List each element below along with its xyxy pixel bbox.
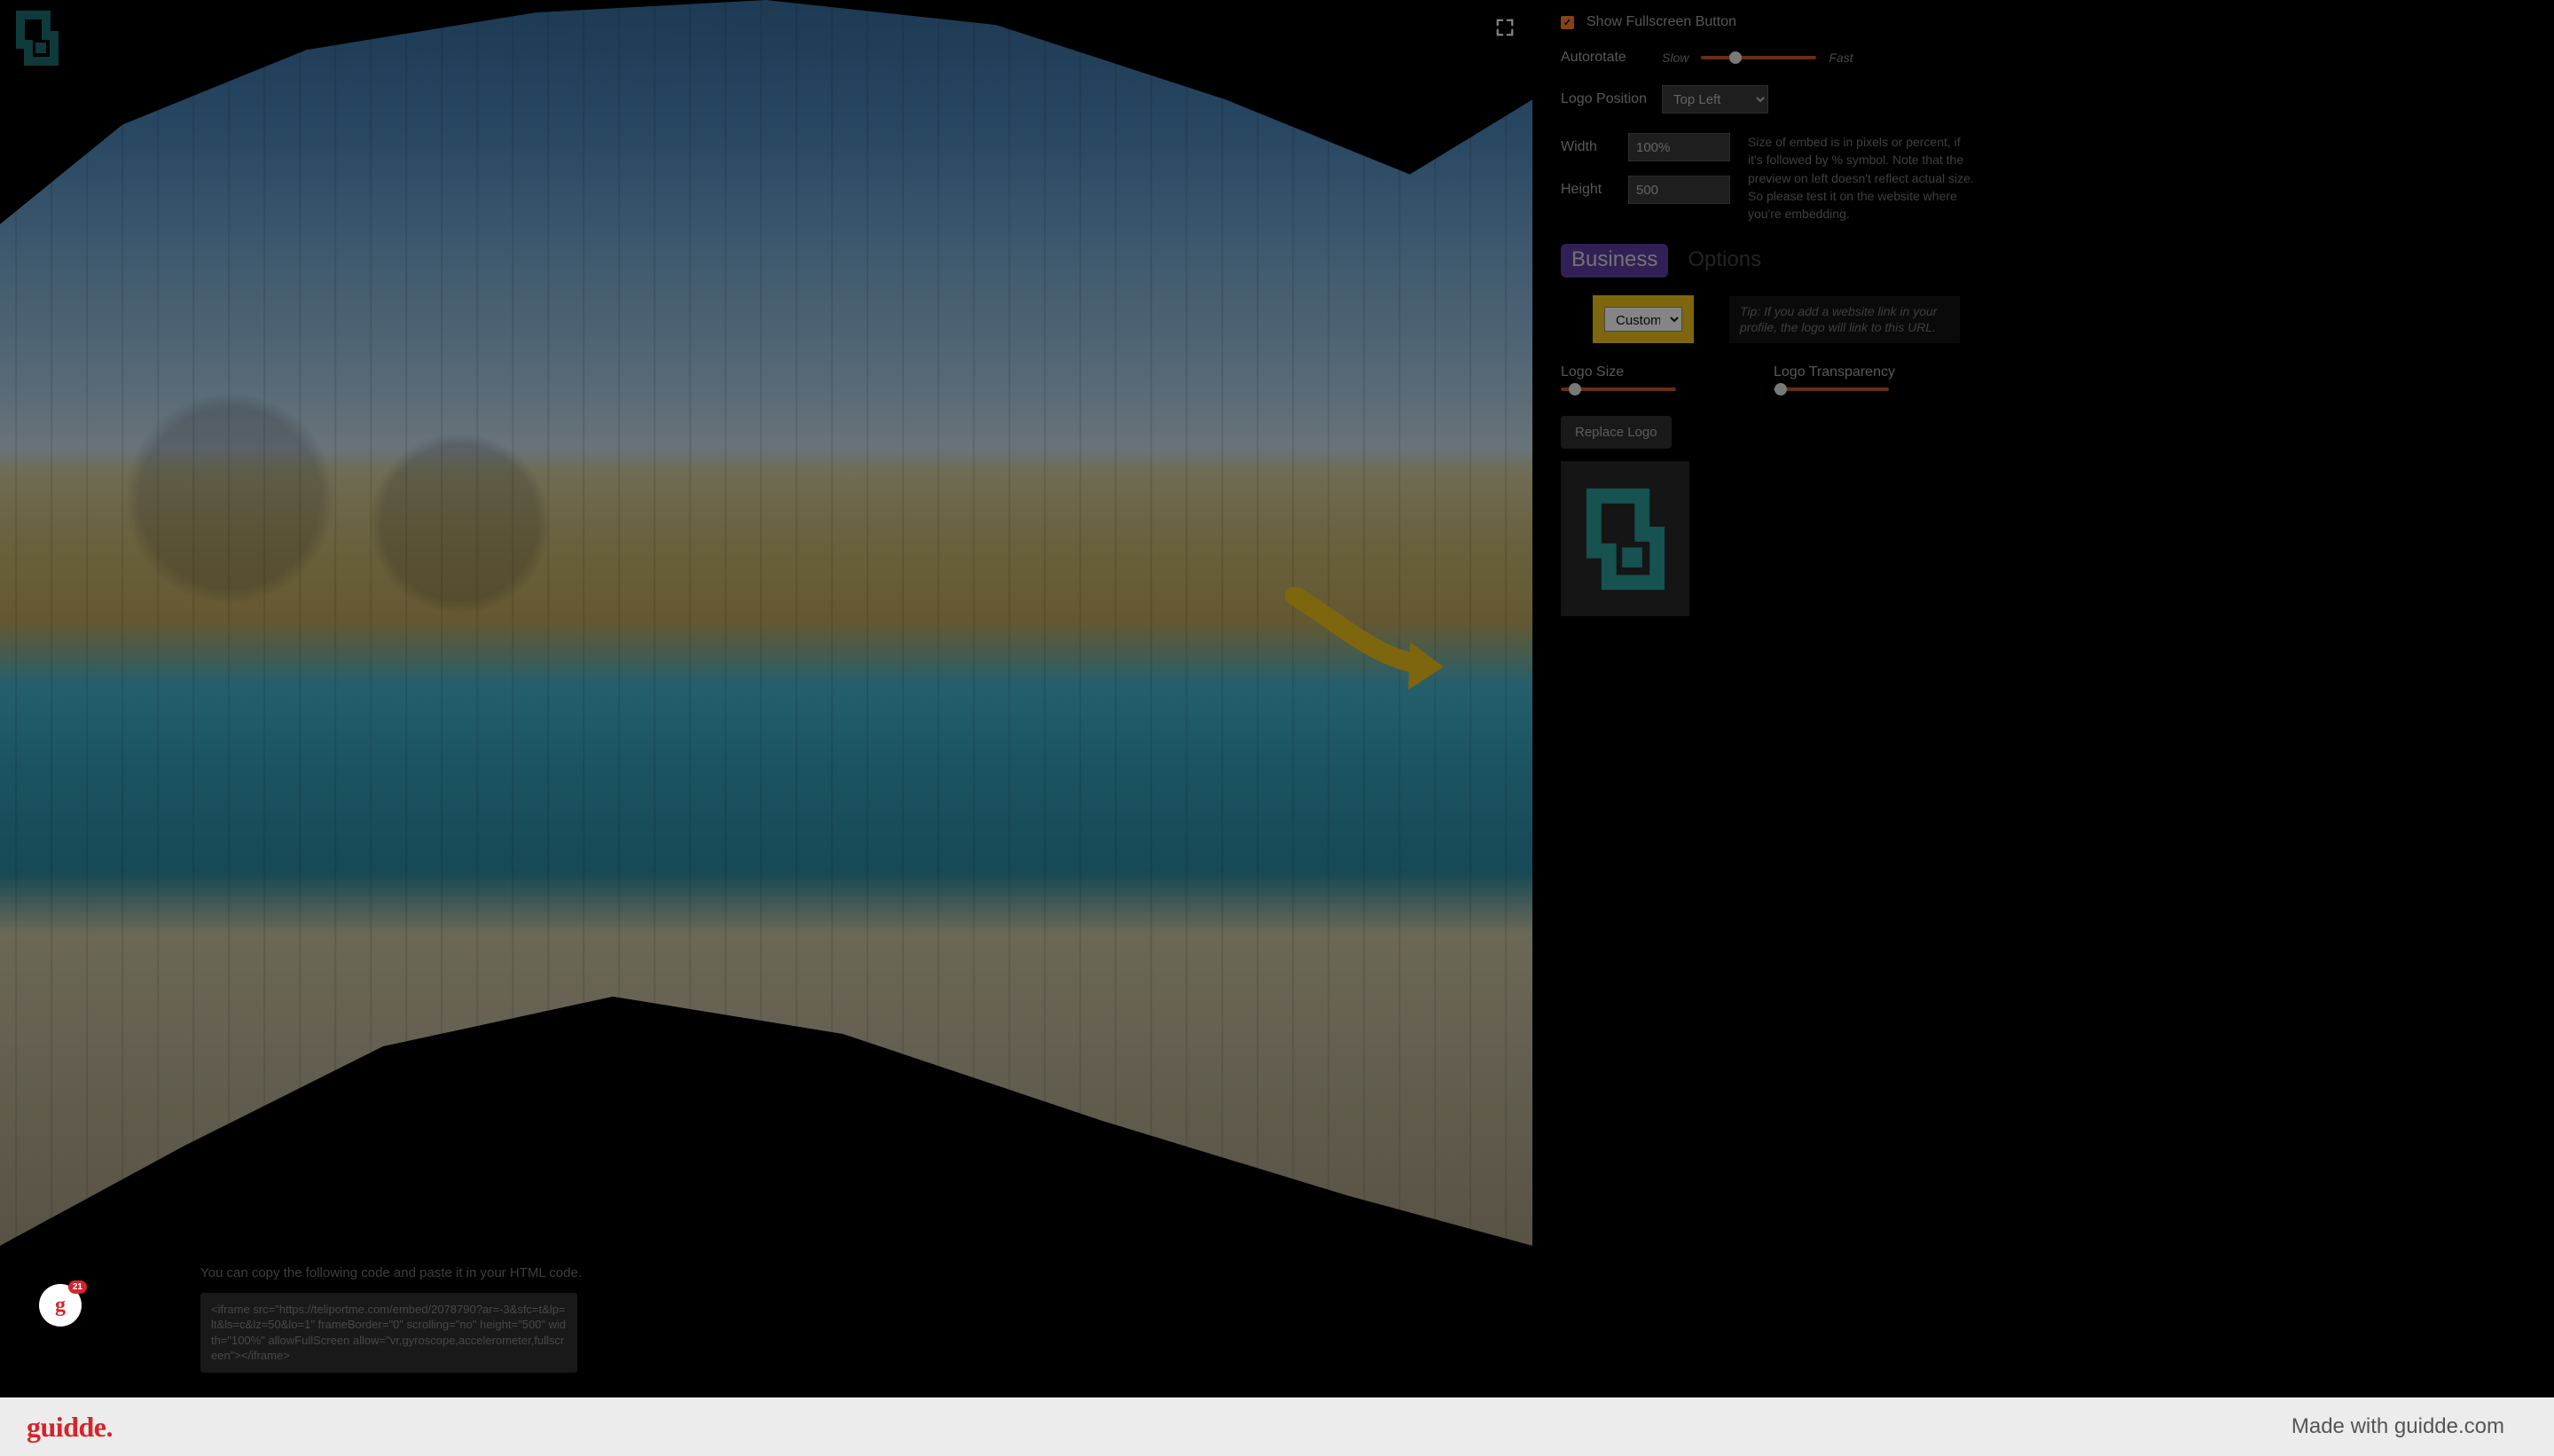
autorotate-fast-label: Fast (1829, 51, 1853, 65)
height-label: Height (1561, 182, 1616, 198)
tab-options[interactable]: Options (1677, 244, 1772, 278)
logo-size-slider[interactable] (1561, 387, 1676, 391)
height-input[interactable] (1628, 176, 1730, 204)
panorama-image (0, 0, 1532, 1246)
slider-thumb[interactable] (1729, 51, 1742, 64)
logo-select[interactable]: Custom (1604, 307, 1682, 332)
logo-position-label: Logo Position (1561, 91, 1649, 107)
notification-badge: 21 (68, 1280, 87, 1294)
size-hint: Size of embed is in pixels or percent, i… (1748, 133, 1978, 223)
embed-code-box[interactable]: <iframe src="https://teliportme.com/embe… (200, 1293, 577, 1373)
slider-thumb[interactable] (1569, 383, 1581, 395)
show-fullscreen-checkbox[interactable]: ✓ (1561, 16, 1574, 29)
logo-size-label: Logo Size (1561, 364, 1676, 380)
autorotate-label: Autorotate (1561, 50, 1649, 66)
logo-transparency-slider[interactable] (1774, 387, 1889, 391)
autorotate-slow-label: Slow (1662, 51, 1688, 65)
brand-logo (16, 11, 59, 66)
embed-instruction: You can copy the following code and past… (200, 1265, 1508, 1280)
slider-thumb[interactable] (1774, 383, 1787, 395)
logo-position-select[interactable]: Top Left (1662, 85, 1768, 114)
footer-brand: guidde. (27, 1411, 113, 1444)
replace-logo-button[interactable]: Replace Logo (1561, 416, 1672, 449)
guidde-floating-icon[interactable]: g 21 (39, 1284, 82, 1327)
footer-bar: guidde. Made with guidde.com (0, 1397, 2554, 1456)
footer-made-with: Made with guidde.com (2292, 1414, 2504, 1439)
guidde-g-icon: g (55, 1294, 66, 1318)
tab-business[interactable]: Business (1561, 244, 1668, 278)
width-label: Width (1561, 139, 1616, 155)
fullscreen-icon[interactable] (1495, 18, 1515, 37)
show-fullscreen-label: Show Fullscreen Button (1586, 14, 1736, 30)
width-input[interactable] (1628, 133, 1730, 161)
panorama-preview[interactable] (0, 0, 1532, 1246)
autorotate-slider[interactable] (1701, 56, 1816, 59)
logo-transparency-label: Logo Transparency (1774, 364, 1895, 380)
logo-tip: Tip: If you add a website link in your p… (1729, 296, 1960, 344)
logo-select-highlight: Custom (1593, 295, 1694, 343)
settings-panel: ✓ Show Fullscreen Button Autorotate Slow… (1532, 0, 2554, 1397)
logo-preview (1561, 461, 1689, 616)
